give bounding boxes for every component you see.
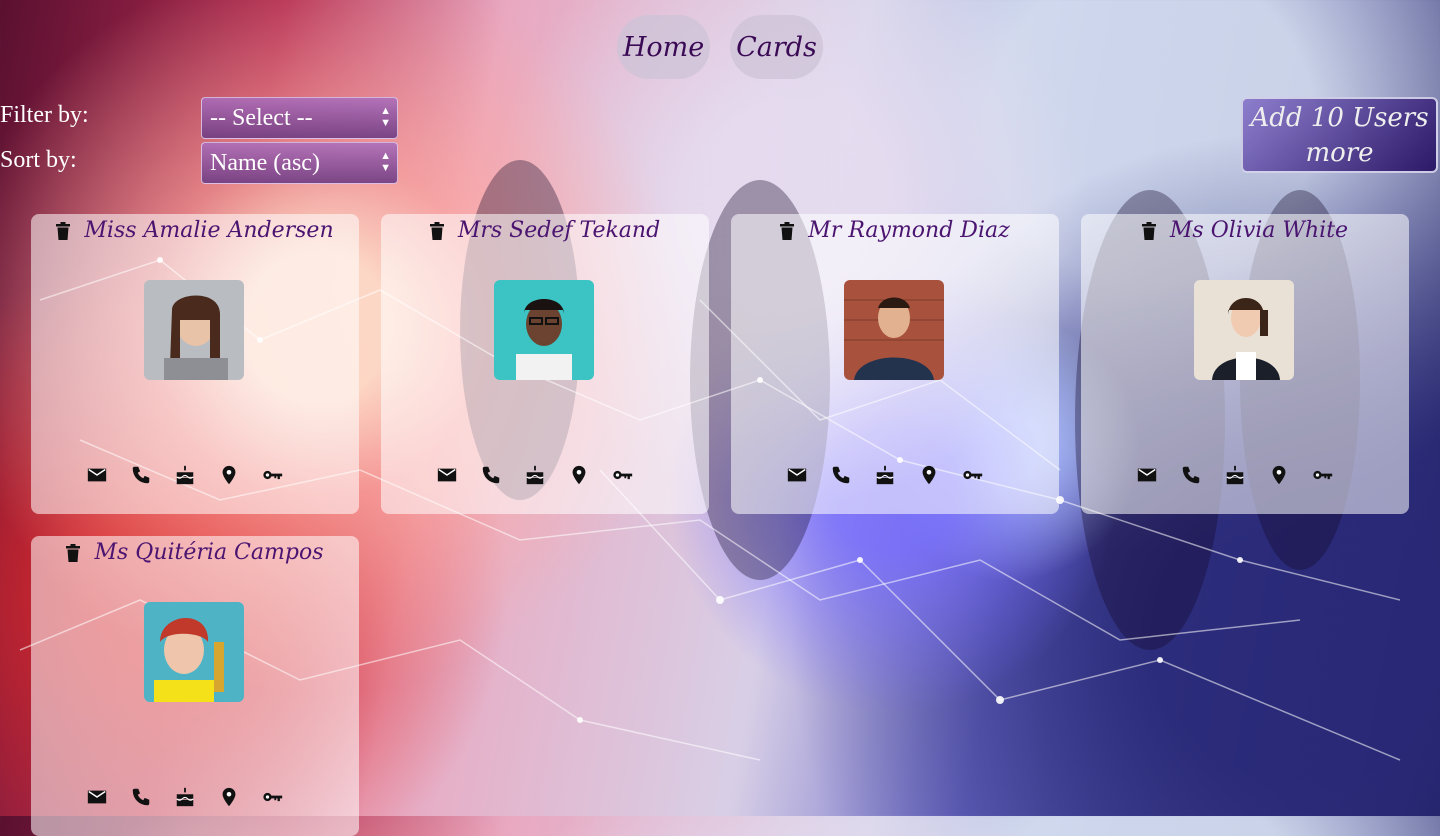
sort-select-value: Name (asc) xyxy=(210,149,320,176)
location-icon[interactable] xyxy=(918,464,940,486)
phone-icon[interactable] xyxy=(1180,464,1202,486)
location-icon[interactable] xyxy=(568,464,590,486)
avatar xyxy=(144,280,244,380)
card-icon-bar xyxy=(1136,464,1334,486)
avatar xyxy=(494,280,594,380)
trash-icon[interactable] xyxy=(780,221,795,240)
trash-icon[interactable] xyxy=(56,221,71,240)
card-name: Ms Quitéria Campos xyxy=(94,540,324,565)
filter-label: Filter by: xyxy=(0,102,89,128)
card-name: Mr Raymond Diaz xyxy=(808,218,1010,243)
add-users-button[interactable]: Add 10 Users more xyxy=(1241,97,1438,173)
trash-icon[interactable] xyxy=(429,221,444,240)
card-icon-bar xyxy=(436,464,634,486)
birthday-cake-icon[interactable] xyxy=(524,464,546,486)
avatar xyxy=(844,280,944,380)
card-header: Ms Olivia White xyxy=(1081,218,1409,243)
card-name: Miss Amalie Andersen xyxy=(84,218,334,243)
top-nav: Home Cards xyxy=(617,15,823,79)
select-arrows-icon: ▲ ▼ xyxy=(380,105,391,129)
card-header: Mrs Sedef Tekand xyxy=(381,218,709,243)
birthday-cake-icon[interactable] xyxy=(174,464,196,486)
sort-label: Sort by: xyxy=(0,147,77,173)
email-icon[interactable] xyxy=(86,786,108,808)
birthday-cake-icon[interactable] xyxy=(174,786,196,808)
card-header: Mr Raymond Diaz xyxy=(731,218,1059,243)
user-card: Ms Quitéria Campos xyxy=(31,536,359,836)
email-icon[interactable] xyxy=(86,464,108,486)
user-card: Mrs Sedef Tekand xyxy=(381,214,709,514)
user-card: Ms Olivia White xyxy=(1081,214,1409,514)
nav-cards-button[interactable]: Cards xyxy=(730,15,823,79)
email-icon[interactable] xyxy=(786,464,808,486)
add-users-label-line1: Add 10 Users xyxy=(1250,103,1429,133)
sort-select[interactable]: Name (asc) ▲ ▼ xyxy=(201,142,398,184)
card-icon-bar xyxy=(86,464,284,486)
key-icon[interactable] xyxy=(262,464,284,486)
user-card: Mr Raymond Diaz xyxy=(731,214,1059,514)
key-icon[interactable] xyxy=(612,464,634,486)
key-icon[interactable] xyxy=(262,786,284,808)
filter-select-value: -- Select -- xyxy=(210,104,313,131)
card-header: Miss Amalie Andersen xyxy=(31,218,359,243)
card-name: Mrs Sedef Tekand xyxy=(457,218,661,243)
avatar xyxy=(1194,280,1294,380)
card-header: Ms Quitéria Campos xyxy=(31,540,359,565)
add-users-label-line2: more xyxy=(1305,138,1374,168)
phone-icon[interactable] xyxy=(130,786,152,808)
location-icon[interactable] xyxy=(1268,464,1290,486)
phone-icon[interactable] xyxy=(130,464,152,486)
trash-icon[interactable] xyxy=(1141,221,1156,240)
card-icon-bar xyxy=(86,786,284,808)
birthday-cake-icon[interactable] xyxy=(874,464,896,486)
trash-icon[interactable] xyxy=(66,543,81,562)
phone-icon[interactable] xyxy=(830,464,852,486)
card-icon-bar xyxy=(786,464,984,486)
key-icon[interactable] xyxy=(1312,464,1334,486)
filter-select[interactable]: -- Select -- ▲ ▼ xyxy=(201,97,398,139)
user-card: Miss Amalie Andersen xyxy=(31,214,359,514)
email-icon[interactable] xyxy=(436,464,458,486)
phone-icon[interactable] xyxy=(480,464,502,486)
nav-home-button[interactable]: Home xyxy=(617,15,710,79)
key-icon[interactable] xyxy=(962,464,984,486)
avatar xyxy=(144,602,244,702)
birthday-cake-icon[interactable] xyxy=(1224,464,1246,486)
location-icon[interactable] xyxy=(218,464,240,486)
email-icon[interactable] xyxy=(1136,464,1158,486)
location-icon[interactable] xyxy=(218,786,240,808)
select-arrows-icon: ▲ ▼ xyxy=(380,150,391,174)
card-name: Ms Olivia White xyxy=(1169,218,1349,243)
